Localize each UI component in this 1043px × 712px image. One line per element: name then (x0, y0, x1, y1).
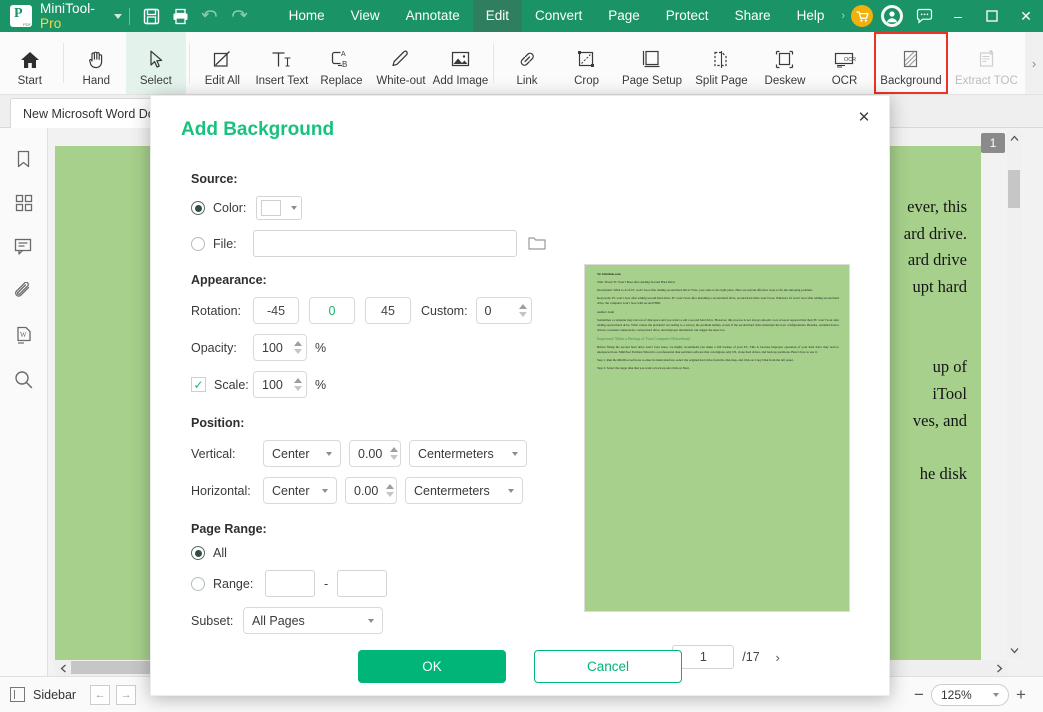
custom-rotation-label: Custom: (421, 303, 468, 318)
range-from-input[interactable] (265, 570, 315, 597)
background-settings-form: Source: Color: File: Appearance: Rotatio… (191, 172, 611, 644)
preview-line: Sometimes a computer may run out of disk… (597, 317, 839, 332)
chevron-down-icon (368, 618, 374, 623)
rotation-row: Rotation: -45 0 45 Custom: 0 (191, 297, 611, 324)
page-range-custom-row: Range: - (191, 570, 611, 597)
scale-value: 100 (262, 377, 283, 392)
dialog-title: Add Background (181, 119, 335, 140)
application-window: P PDF MiniTool-Pro Home View Annotate Edi… (0, 0, 1043, 712)
rotation-minus45-button[interactable]: -45 (253, 297, 299, 324)
page-range-all-label: All (213, 546, 227, 560)
rotation-plus45-button[interactable]: 45 (365, 297, 411, 324)
radio-source-color[interactable] (191, 201, 205, 215)
preview-line: Description: What to do if PC won’t boot… (597, 288, 813, 293)
radio-page-range-all[interactable] (191, 546, 205, 560)
scale-label: Scale: (214, 377, 249, 392)
horizontal-offset-value: 0.00 (354, 483, 379, 498)
vertical-offset-value: 0.00 (358, 446, 383, 461)
range-dash: - (324, 576, 329, 591)
page-range-section-label: Page Range: (191, 522, 267, 536)
radio-page-range-range[interactable] (191, 576, 205, 591)
horizontal-align-value: Center (272, 483, 310, 498)
opacity-unit: % (315, 340, 327, 355)
horizontal-position-row: Horizontal: Center 0.00 Centermeters (191, 477, 611, 504)
subset-label: Subset: (191, 613, 234, 628)
chevron-down-icon (512, 451, 518, 456)
source-color-row: Color: (191, 196, 611, 220)
rotation-label: Rotation: (191, 303, 242, 318)
source-file-row: File: (191, 230, 611, 257)
opacity-value: 100 (262, 340, 283, 355)
preview-line: Step 1. Run the MiniTool software to ent… (597, 358, 794, 363)
vertical-align-select[interactable]: Center (263, 440, 341, 467)
vertical-unit-value: Centermeters (418, 446, 494, 461)
chevron-down-icon (322, 488, 328, 493)
opacity-spinner[interactable]: 100 (253, 334, 307, 361)
vertical-offset-spinner[interactable]: 0.00 (349, 440, 401, 467)
preview-line-heading: Important! Make a Backup of Your Compute… (597, 335, 690, 341)
color-swatch-select[interactable] (256, 196, 303, 220)
rotation-zero-button[interactable]: 0 (309, 297, 355, 324)
scale-row: ✓ Scale: 100 % (191, 371, 611, 398)
source-color-label: Color: (213, 201, 247, 215)
background-preview: To: bitrebels.com Title: Fixed: PC Won’t… (584, 264, 850, 612)
scale-spinner[interactable]: 100 (253, 371, 307, 398)
chevron-down-icon (326, 451, 332, 456)
preview-line: Step 2. Select the target disk that you … (597, 366, 690, 371)
horizontal-offset-spinner[interactable]: 0.00 (345, 477, 397, 504)
preview-line: Keywords: PC won’t boot after adding sec… (597, 296, 839, 306)
scale-unit: % (315, 377, 327, 392)
modal-overlay: ✕ Add Background Source: Color: File: Ap… (0, 0, 1043, 712)
spinner-arrows[interactable] (286, 341, 302, 354)
cancel-button[interactable]: Cancel (534, 650, 682, 683)
preview-line: To: bitrebels.com (597, 272, 621, 276)
vertical-unit-select[interactable]: Centermeters (409, 440, 527, 467)
range-to-input[interactable] (337, 570, 388, 597)
position-section-label: Position: (191, 416, 245, 430)
opacity-label: Opacity: (191, 340, 237, 355)
appearance-section-label: Appearance: (191, 273, 267, 287)
spinner-arrows[interactable] (378, 484, 395, 497)
dialog-body: Source: Color: File: Appearance: Rotatio… (151, 154, 889, 669)
horizontal-align-select[interactable]: Center (263, 477, 337, 504)
source-section-label: Source: (191, 172, 238, 186)
custom-rotation-value: 0 (484, 303, 492, 318)
chevron-down-icon (508, 488, 514, 493)
subset-select[interactable]: All Pages (243, 607, 383, 634)
custom-rotation-spinner[interactable]: 0 (475, 297, 532, 324)
vertical-align-value: Center (272, 446, 310, 461)
subset-row: Subset: All Pages (191, 607, 611, 634)
preview-line: Before fixing the second hard drive won’… (597, 345, 839, 355)
horizontal-label: Horizontal: (191, 483, 251, 498)
scale-checkbox[interactable]: ✓ (191, 377, 206, 392)
radio-source-file[interactable] (191, 236, 205, 251)
horizontal-unit-select[interactable]: Centermeters (405, 477, 523, 504)
page-range-label: Range: (213, 576, 254, 591)
spinner-arrows[interactable] (511, 304, 527, 317)
file-path-input[interactable] (253, 230, 517, 257)
ok-button[interactable]: OK (358, 650, 506, 683)
preview-line: Title: Fixed: PC Won’t Boot after Adding… (597, 280, 676, 285)
browse-folder-icon[interactable] (525, 231, 549, 257)
add-background-dialog: ✕ Add Background Source: Color: File: Ap… (150, 95, 890, 696)
subset-value: All Pages (252, 613, 305, 628)
preview-document-text: To: bitrebels.com Title: Fixed: PC Won’t… (597, 272, 839, 374)
chevron-down-icon (291, 206, 298, 210)
spinner-arrows[interactable] (382, 447, 399, 460)
spinner-arrows[interactable] (286, 378, 302, 391)
vertical-label: Vertical: (191, 446, 236, 461)
preview-line: Author: Ariel (597, 309, 615, 314)
color-swatch-preview (261, 200, 282, 216)
page-range-all-row: All (191, 546, 611, 560)
horizontal-unit-value: Centermeters (414, 483, 490, 498)
dialog-footer: OK Cancel (151, 638, 889, 695)
source-file-label: File: (213, 236, 237, 251)
opacity-row: Opacity: 100 % (191, 334, 611, 361)
vertical-position-row: Vertical: Center 0.00 Centermeters (191, 440, 611, 467)
dialog-close-icon[interactable]: ✕ (851, 104, 877, 130)
